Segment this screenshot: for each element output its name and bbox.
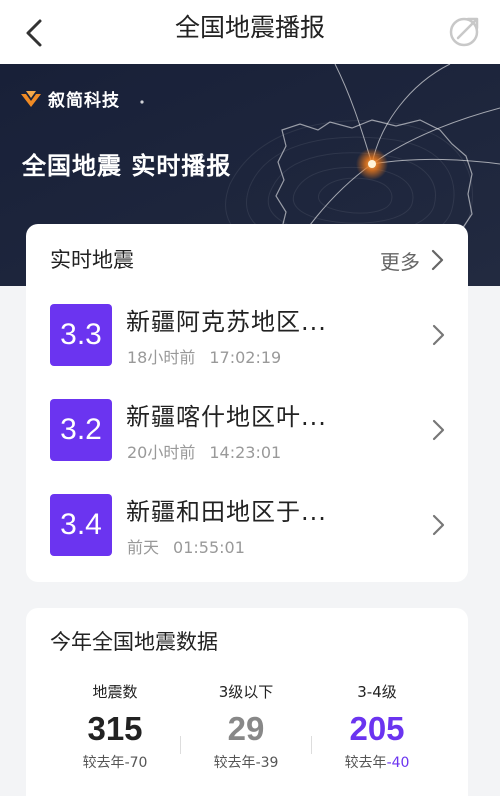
chevron-right-icon (432, 514, 445, 536)
stat-compare-value: -40 (386, 755, 410, 771)
stat-compare-value: -70 (124, 755, 148, 771)
stat-label: 地震数 (92, 683, 138, 701)
yearly-stats-card: 今年全国地震数据 地震数 315 较去年-70 3级以下 29 较去年-39 3… (26, 608, 468, 796)
stat-compare: 较去年-70 (50, 752, 180, 774)
more-label: 更多 (380, 249, 420, 274)
quake-list-item[interactable]: 3.4 新疆和田地区于... 前天 01:55:01 (50, 494, 446, 560)
stat-compare-value: -39 (255, 755, 279, 771)
stat-total: 地震数 315 较去年-70 (50, 682, 180, 774)
stat-3-to-4: 3-4级 205 较去年-40 (312, 682, 442, 774)
magnitude-badge: 3.3 (50, 304, 112, 366)
quake-location: 新疆和田地区于... (126, 498, 327, 526)
quake-clock: 01:55:01 (173, 538, 245, 557)
quake-time: 18小时前 17:02:19 (127, 344, 281, 368)
realtime-quake-card: 实时地震 更多 3.3 新疆阿克苏地区... 18小时前 17:02:19 3.2… (26, 224, 468, 582)
quake-list-item[interactable]: 3.2 新疆喀什地区叶... 20小时前 14:23:01 (50, 399, 446, 465)
brand-logo-icon (21, 90, 41, 107)
brand-name: 叙简科技 (48, 91, 120, 111)
more-link[interactable]: 更多 (380, 242, 444, 278)
stat-below-3: 3级以下 29 较去年-39 (181, 682, 311, 774)
share-button[interactable] (442, 10, 486, 54)
realtime-header: 实时地震 更多 (50, 242, 444, 278)
stat-value: 29 (227, 710, 265, 747)
quake-ago: 前天 (127, 538, 160, 557)
quake-clock: 17:02:19 (209, 348, 282, 367)
quake-location: 新疆喀什地区叶... (126, 403, 327, 431)
quake-location: 新疆阿克苏地区... (126, 308, 327, 336)
magnitude-badge: 3.2 (50, 399, 112, 461)
quake-time: 前天 01:55:01 (127, 534, 245, 558)
page-title: 全国地震播报 (174, 13, 325, 42)
banner-headline: 全国地震 实时播报 (22, 152, 232, 180)
chevron-right-icon (432, 419, 445, 441)
share-icon (449, 17, 479, 47)
chevron-right-icon (431, 249, 444, 271)
top-bar: 全国地震播报 (0, 0, 500, 64)
quake-ago: 18小时前 (127, 348, 196, 367)
stat-compare-label: 较去年 (213, 755, 256, 771)
magnitude-badge: 3.4 (50, 494, 112, 556)
stat-label: 3-4级 (357, 683, 397, 701)
stat-value: 315 (87, 710, 143, 747)
quake-clock: 14:23:01 (209, 443, 282, 462)
stat-value: 205 (349, 710, 405, 747)
quake-time: 20小时前 14:23:01 (127, 439, 281, 463)
quake-list-item[interactable]: 3.3 新疆阿克苏地区... 18小时前 17:02:19 (50, 304, 446, 370)
yearly-stats-title: 今年全国地震数据 (50, 630, 218, 654)
chevron-right-icon (432, 324, 445, 346)
brand-logo: 叙简科技 (20, 86, 120, 111)
stat-label: 3级以下 (218, 683, 274, 701)
stat-compare-label: 较去年 (344, 755, 387, 771)
stat-compare: 较去年-40 (312, 752, 442, 774)
quake-ago: 20小时前 (127, 443, 196, 462)
stat-compare-label: 较去年 (82, 755, 125, 771)
stat-compare: 较去年-39 (181, 752, 311, 774)
